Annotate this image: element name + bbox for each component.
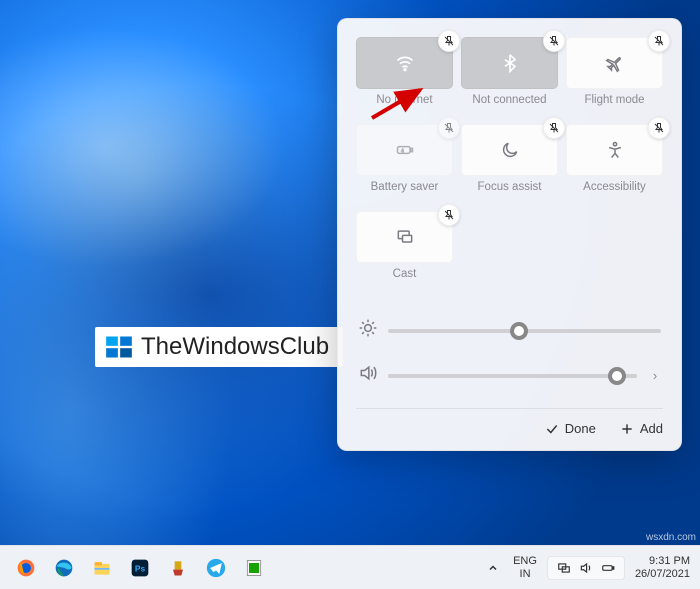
unpin-icon	[548, 122, 560, 134]
tile-label: Battery saver	[356, 181, 453, 193]
annotation-arrow	[370, 85, 430, 120]
volume-icon	[358, 363, 376, 388]
volume-flyout-chevron[interactable]: ›	[649, 368, 661, 383]
battery-saver-icon	[395, 140, 415, 160]
taskbar-app-firefox[interactable]	[10, 552, 42, 584]
quick-settings-tiles: No internet Not connected Flight mode	[356, 37, 663, 290]
volume-slider[interactable]: ›	[356, 353, 663, 398]
quick-settings-panel: No internet Not connected Flight mode	[337, 18, 682, 451]
moon-icon	[500, 140, 520, 160]
taskbar-app-ccleaner[interactable]	[162, 552, 194, 584]
tile-cast[interactable]: Cast	[356, 211, 453, 290]
add-label: Add	[640, 421, 663, 436]
volume-tray-icon	[578, 561, 594, 575]
brightness-thumb[interactable]	[510, 322, 528, 340]
project-icon	[556, 561, 572, 575]
language-indicator[interactable]: ENG IN	[513, 555, 537, 579]
unpin-button[interactable]	[648, 30, 670, 52]
language-top: ENG	[513, 555, 537, 567]
unpin-icon	[653, 35, 665, 47]
watermark: TheWindowsClub	[95, 327, 343, 367]
tile-bluetooth[interactable]: Not connected	[461, 37, 558, 116]
language-bottom: IN	[513, 568, 537, 580]
tile-battery-saver[interactable]: Battery saver	[356, 124, 453, 203]
unpin-button[interactable]	[648, 117, 670, 139]
battery-tray-icon	[600, 561, 616, 575]
taskbar-app-file-explorer[interactable]	[86, 552, 118, 584]
volume-thumb[interactable]	[608, 367, 626, 385]
wifi-icon	[395, 53, 415, 73]
unpin-icon	[443, 122, 455, 134]
check-icon	[545, 422, 559, 436]
taskbar-app-edge[interactable]	[48, 552, 80, 584]
add-button[interactable]: Add	[620, 421, 663, 436]
taskbar-clock[interactable]: 9:31 PM 26/07/2021	[635, 555, 690, 580]
tile-label: Not connected	[461, 94, 558, 106]
system-tray[interactable]	[547, 556, 625, 580]
watermark-text: TheWindowsClub	[141, 333, 329, 361]
unpin-icon	[653, 122, 665, 134]
tile-label: Focus assist	[461, 181, 558, 193]
taskbar-apps: Ps	[10, 552, 270, 584]
taskbar-app-libreoffice-calc[interactable]	[238, 552, 270, 584]
unpin-button[interactable]	[438, 30, 460, 52]
tray-chevron-icon[interactable]	[483, 552, 503, 584]
unpin-icon	[548, 35, 560, 47]
panel-footer: Done Add	[356, 408, 663, 436]
tile-focus-assist[interactable]: Focus assist	[461, 124, 558, 203]
unpin-icon	[443, 35, 455, 47]
taskbar-right: ENG IN 9:31 PM 26/07/2021	[483, 552, 690, 584]
taskbar: Ps ENG IN 9:31 PM 26/07/2021	[0, 545, 700, 589]
brightness-track[interactable]	[388, 329, 661, 333]
tile-label: Flight mode	[566, 94, 663, 106]
clock-time: 9:31 PM	[635, 555, 690, 568]
unpin-button[interactable]	[543, 30, 565, 52]
taskbar-app-telegram[interactable]	[200, 552, 232, 584]
done-button[interactable]: Done	[545, 421, 596, 436]
tile-flight-mode[interactable]: Flight mode	[566, 37, 663, 116]
brightness-slider[interactable]	[356, 308, 663, 353]
tile-accessibility[interactable]: Accessibility	[566, 124, 663, 203]
bluetooth-icon	[500, 53, 520, 73]
unpin-button[interactable]	[438, 117, 460, 139]
brightness-icon	[358, 318, 376, 343]
volume-track[interactable]	[388, 374, 637, 378]
done-label: Done	[565, 421, 596, 436]
corner-watermark: wsxdn.com	[646, 532, 696, 543]
unpin-icon	[443, 209, 455, 221]
windowsclub-logo-icon	[105, 333, 133, 361]
cast-icon	[395, 227, 415, 247]
svg-text:Ps: Ps	[135, 563, 146, 573]
unpin-button[interactable]	[438, 204, 460, 226]
accessibility-icon	[605, 140, 625, 160]
taskbar-app-photoshop[interactable]: Ps	[124, 552, 156, 584]
sliders-section: ›	[356, 308, 663, 398]
tile-label: Accessibility	[566, 181, 663, 193]
unpin-button[interactable]	[543, 117, 565, 139]
clock-date: 26/07/2021	[635, 568, 690, 581]
airplane-icon	[605, 53, 625, 73]
tile-label: Cast	[356, 268, 453, 280]
plus-icon	[620, 422, 634, 436]
